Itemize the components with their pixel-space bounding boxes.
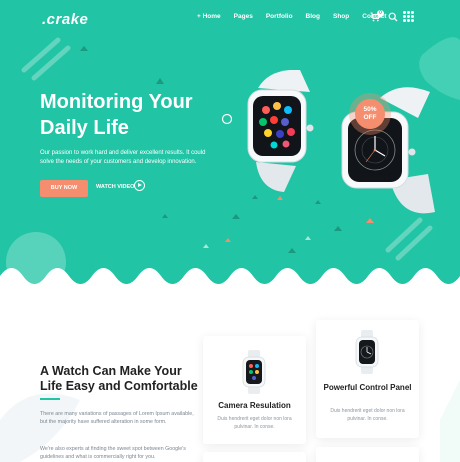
smartwatch-icon [242, 350, 266, 394]
watch-video-link[interactable]: WATCH VIDEO [96, 184, 134, 190]
about-paragraph-2: We're also experts at finding the sweet … [40, 446, 186, 460]
feature-card-partial[interactable] [316, 447, 419, 462]
hero-section: .crake + Home Pages Portfolio Blog Shop … [0, 0, 460, 286]
title-accent-bar [40, 398, 60, 400]
wave-divider [0, 268, 460, 292]
nav-item-pages[interactable]: Pages [234, 13, 253, 20]
feature-card-control-panel[interactable]: Powerful Control Panel Duis hendrerit eg… [316, 320, 419, 438]
hero-description: Our passion to work hard and deliver exc… [40, 150, 206, 165]
about-title: A Watch Can Make Your Life Easy and Comf… [40, 364, 198, 393]
brand-logo[interactable]: .crake [42, 11, 88, 28]
grid-menu-icon[interactable] [403, 11, 414, 22]
feature-card-camera[interactable]: Camera Resulation Duis hendrerit eget do… [203, 336, 306, 444]
smartwatch-icon [355, 330, 379, 374]
feature-text: Duis hendrerit eget dolor non lora pulvi… [217, 416, 292, 430]
cart-count-badge: 0 [377, 10, 384, 17]
feature-title: Camera Resulation [218, 401, 291, 410]
buy-now-button[interactable]: BUY NOW [40, 180, 88, 197]
hero-title: Monitoring Your Daily Life [40, 91, 193, 139]
nav-item-shop[interactable]: Shop [333, 13, 349, 20]
sale-badge: 50% OFF [355, 99, 385, 129]
feature-text: Duis hendrerit eget dolor non lora pulvi… [330, 408, 405, 422]
nav-item-home[interactable]: + Home [197, 13, 221, 20]
feature-card-partial[interactable] [203, 452, 306, 462]
smartwatch-illustration [247, 70, 435, 214]
play-icon[interactable] [134, 180, 145, 191]
nav-item-portfolio[interactable]: Portfolio [266, 13, 293, 20]
feature-title: Powerful Control Panel [323, 383, 412, 392]
about-paragraph-1: There are many variations of passages of… [40, 411, 194, 425]
sale-off-label: OFF [363, 114, 377, 121]
sale-percent: 50% [363, 106, 377, 113]
nav-item-blog[interactable]: Blog [306, 13, 320, 20]
search-icon[interactable] [388, 12, 398, 22]
